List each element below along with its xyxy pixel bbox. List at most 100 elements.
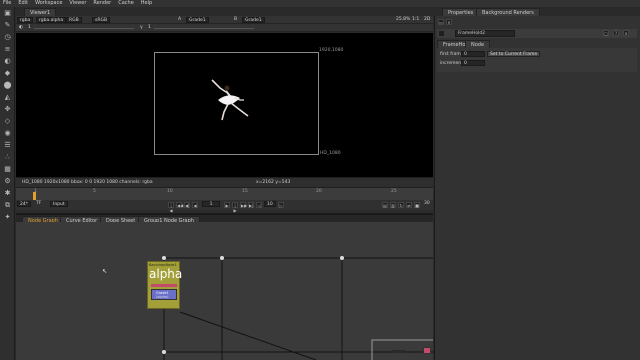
metadata-icon[interactable]: ☰: [3, 141, 12, 150]
transport-controls: 24* TF Input |◀ ◀◀ ◀| ◀ 1 ▶ |▶ ▶▶ ▶| ◁ 1…: [16, 200, 433, 213]
properties-toolbar: ▭ ✕: [436, 18, 636, 26]
draw-icon[interactable]: ✎: [3, 21, 12, 30]
input-b-dropdown[interactable]: Grade1: [242, 17, 265, 23]
end-frame-value[interactable]: 30: [424, 201, 430, 207]
loop-icon[interactable]: ↻: [398, 202, 404, 208]
gain-slider[interactable]: [34, 28, 134, 29]
timeline-ruler[interactable]: [16, 188, 433, 200]
keyer-icon[interactable]: ⬤: [3, 81, 12, 90]
menu-help[interactable]: Help: [141, 0, 152, 7]
stop-icon[interactable]: ■: [414, 202, 420, 208]
time-icon[interactable]: ◷: [3, 33, 12, 42]
3d-icon[interactable]: ◇: [3, 117, 12, 126]
prev-key-icon[interactable]: ◀◀: [176, 202, 183, 208]
cache-icon[interactable]: ▥: [390, 202, 396, 208]
timeline-tick: 10: [167, 189, 173, 194]
tab-properties[interactable]: Properties: [442, 8, 480, 16]
increment-label: increment: [440, 61, 463, 66]
current-frame-field[interactable]: 1: [202, 201, 220, 207]
gamma-value[interactable]: 1: [148, 25, 151, 31]
view-icon[interactable]: ◉: [3, 129, 12, 138]
viewer-controls-row2: ◐ 1 γ 1: [16, 24, 433, 32]
tf-dropdown[interactable]: TF: [36, 201, 41, 207]
range-dropdown[interactable]: Input: [50, 201, 68, 207]
next-key-icon[interactable]: ▶▶: [240, 202, 247, 208]
viewer-info-bar: HD_1080 1920x1080 bbox: 0 0 1920 1080 ch…: [16, 177, 433, 187]
zoom-value[interactable]: 25.8%: [396, 17, 410, 23]
first-frame-field[interactable]: 0: [461, 51, 485, 57]
step-back-icon[interactable]: ◁: [256, 202, 262, 208]
tab-background-renders[interactable]: Background Renders: [476, 8, 540, 16]
lock-icon[interactable]: ▭: [438, 19, 444, 25]
layer-dropdown[interactable]: rgba.alpha: [36, 17, 67, 23]
menu-workspace[interactable]: Workspace: [35, 0, 62, 7]
graph-tab-bar: Node Graph Curve Editor Dope Sheet Group…: [16, 213, 433, 224]
menu-viewer[interactable]: Viewer: [69, 0, 86, 7]
gamma-slider[interactable]: [154, 28, 254, 29]
node-name-field[interactable]: FrameHold2: [455, 30, 515, 37]
last-frame-icon[interactable]: ▶|: [248, 202, 254, 208]
toolsets-icon[interactable]: ⚙: [3, 177, 12, 186]
particles-icon[interactable]: ∴: [3, 153, 12, 162]
small-node[interactable]: [392, 350, 406, 353]
help-icon[interactable]: ?: [613, 30, 619, 36]
merge-icon[interactable]: ◭: [3, 93, 12, 102]
float-icon[interactable]: ▢: [603, 30, 609, 36]
tab-viewer1[interactable]: Viewer1: [24, 8, 57, 16]
play-icon[interactable]: ▶: [224, 202, 230, 208]
playhead[interactable]: [33, 192, 36, 200]
set-current-frame-button[interactable]: Set to Current Frame: [487, 51, 541, 57]
prev-frame-icon[interactable]: ◀|: [184, 202, 190, 208]
graph-dot[interactable]: [162, 350, 166, 354]
node-graph-canvas[interactable]: BackdropNode1 alpha Grade1 (alpha) ↖: [16, 222, 433, 360]
gain-value[interactable]: 1: [28, 25, 31, 31]
properties-subtabs: FrameHold Node: [437, 39, 637, 48]
gain-icon[interactable]: ◐: [19, 25, 23, 31]
gamma-icon[interactable]: γ: [140, 25, 143, 31]
menu-render[interactable]: Render: [93, 0, 111, 7]
input-a-dropdown[interactable]: Grade1: [186, 17, 209, 23]
increment-field[interactable]: 0: [461, 60, 485, 66]
graph-dot[interactable]: [340, 256, 344, 260]
first-frame-icon[interactable]: |◀: [168, 202, 174, 213]
menu-cache[interactable]: Cache: [118, 0, 134, 7]
proxy-dropdown[interactable]: sRGB: [92, 17, 111, 23]
backdrop-node[interactable]: BackdropNode1 alpha Grade1 (alpha): [147, 261, 182, 309]
timeline-tick: 15: [242, 189, 248, 194]
timeline-tick: 25: [391, 189, 397, 194]
transform-icon[interactable]: ✥: [3, 105, 12, 114]
channel-icon[interactable]: ≡: [3, 45, 12, 54]
play-reverse-icon[interactable]: ◀: [192, 202, 198, 208]
view-mode[interactable]: 2D: [424, 17, 430, 23]
furnace-icon[interactable]: ⧉: [3, 201, 12, 210]
image-icon[interactable]: ▣: [3, 9, 12, 18]
grade-node[interactable]: Grade1 (alpha): [151, 289, 177, 300]
left-toolbar: ▣ ✎ ◷ ≡ ◐ ◆ ⬤ ◭ ✥ ◇ ◉ ☰ ∴ ▦ ⚙ ✱ ⧉ ✦: [0, 7, 15, 360]
cara-icon[interactable]: ✦: [3, 213, 12, 222]
node-color-icon[interactable]: [439, 31, 444, 36]
input-b-label: B: [234, 17, 238, 22]
close-icon[interactable]: ✕: [623, 30, 629, 36]
menu-file[interactable]: File: [3, 0, 11, 7]
color-icon[interactable]: ◐: [3, 57, 12, 66]
filter-icon[interactable]: ◆: [3, 69, 12, 78]
deep-icon[interactable]: ▦: [3, 165, 12, 174]
step-forward-icon[interactable]: ▷: [278, 202, 284, 208]
ratio-value[interactable]: 1:1: [412, 17, 419, 23]
node-header: FrameHold2 ▢ ? ✕: [437, 29, 637, 38]
graph-dot[interactable]: [220, 256, 224, 260]
flipbook-icon[interactable]: ▤: [382, 202, 388, 208]
other-icon[interactable]: ✱: [3, 189, 12, 198]
next-frame-icon[interactable]: |▶: [232, 202, 238, 213]
timeline-tick: 20: [316, 189, 322, 194]
bounce-icon[interactable]: ⇄: [406, 202, 412, 208]
clear-icon[interactable]: ✕: [446, 19, 452, 25]
step-field[interactable]: 10: [264, 201, 276, 207]
fps-field[interactable]: 24*: [17, 201, 31, 207]
channels-dropdown[interactable]: rgba: [17, 17, 34, 23]
graph-dot[interactable]: [162, 256, 166, 260]
pink-node[interactable]: [423, 347, 431, 354]
colorspace-dropdown[interactable]: RGB: [66, 17, 82, 23]
tab-node[interactable]: Node: [465, 40, 491, 48]
menu-edit[interactable]: Edit: [18, 0, 28, 7]
